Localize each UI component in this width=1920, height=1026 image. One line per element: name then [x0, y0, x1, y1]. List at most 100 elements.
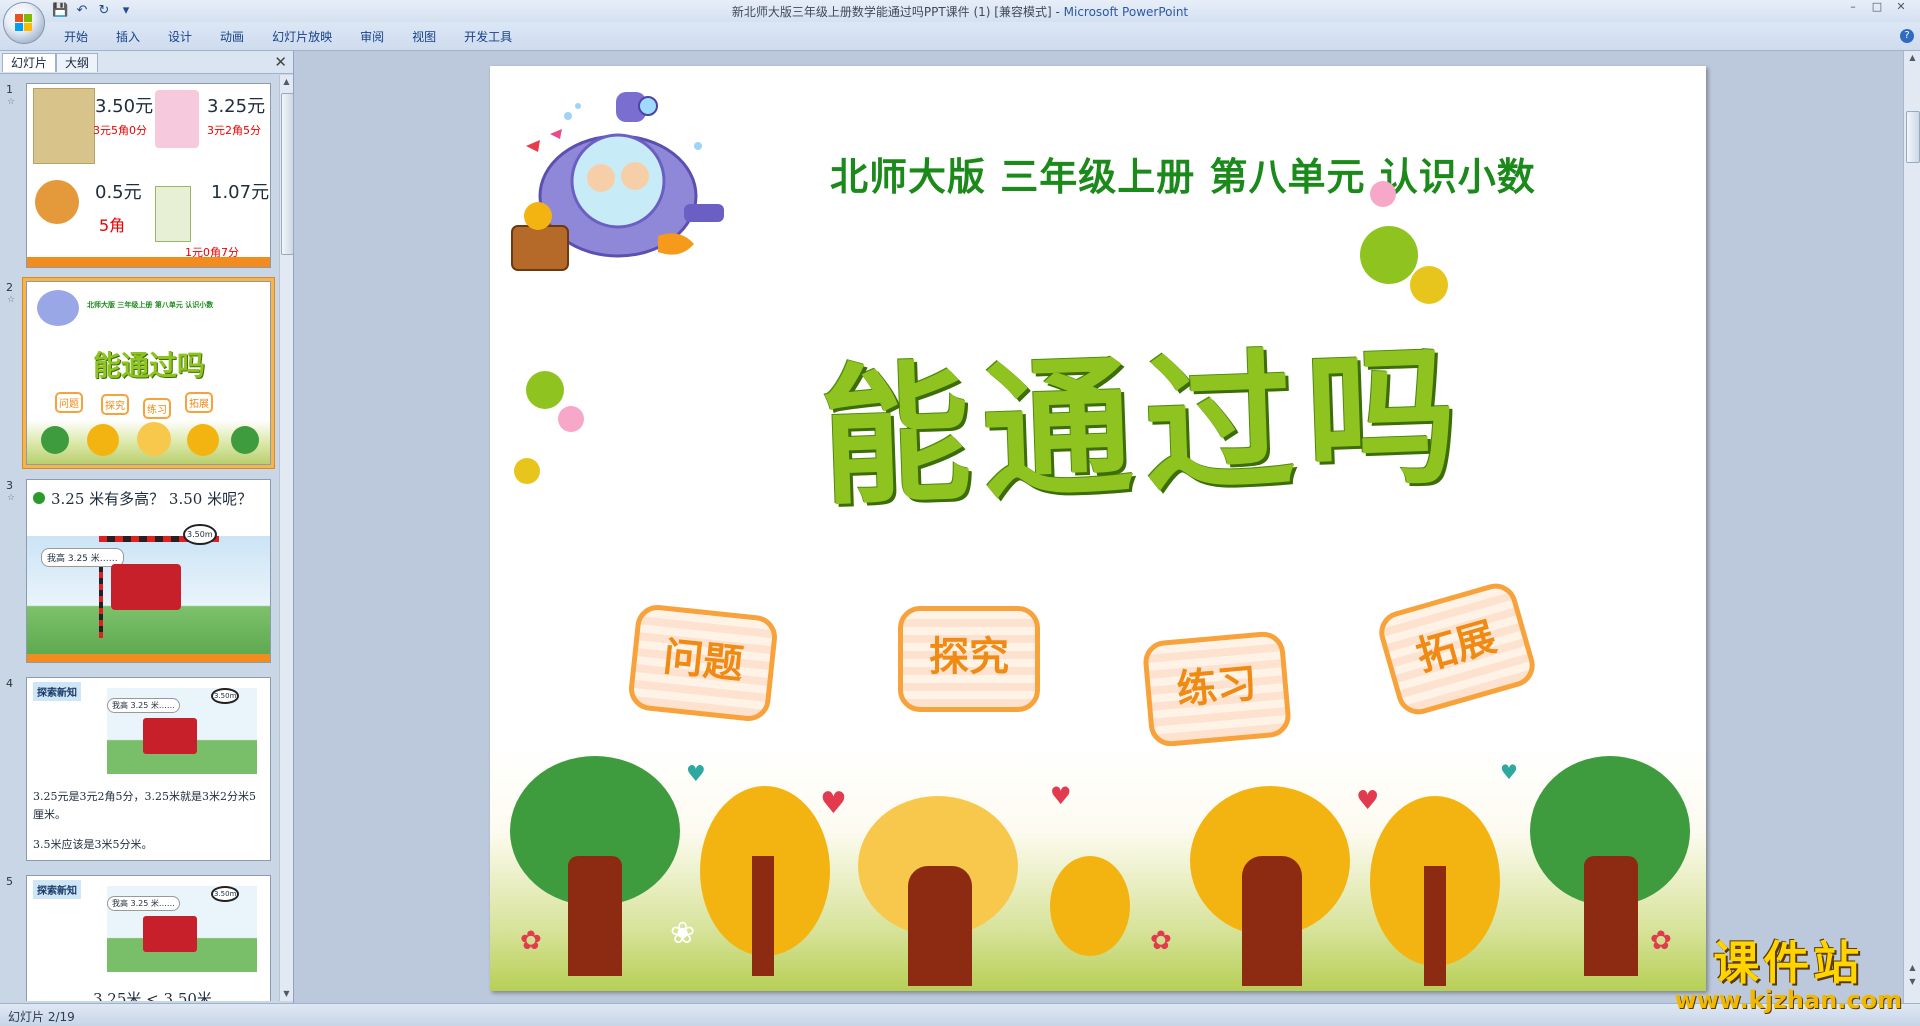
thumb-title: 北师大版 三年级上册 第八单元 认识小数: [87, 301, 214, 309]
section-tag: 探索新知: [33, 880, 81, 899]
thumbnail-canvas: 探索新知 我高 3.25 米…… 3.50m 3.25米 < 3.50米: [26, 875, 271, 1001]
maximize-icon[interactable]: □: [1866, 0, 1888, 14]
title-separator: -: [1051, 5, 1064, 19]
snack-image: [33, 88, 95, 164]
thumbnail-canvas: 探索新知 我高 3.25 米…… 3.50m 3.25元是3元2角5分，3.25…: [26, 677, 271, 861]
animation-star-icon: ☆: [7, 493, 16, 503]
submarine-image: [37, 290, 79, 326]
pane-tabs: 幻灯片 大纲 ✕: [0, 51, 293, 74]
decorative-dot: [1360, 226, 1418, 284]
tab-developer[interactable]: 开发工具: [450, 28, 526, 46]
slide-canvas[interactable]: 北师大版 三年级上册 第八单元 认识小数 能通过吗 问题 探究 练习 拓展 ♥ …: [490, 66, 1706, 991]
office-button[interactable]: [4, 3, 44, 43]
animation-star-icon: ☆: [7, 97, 16, 107]
heart-icon: ♥: [686, 762, 706, 787]
window-controls: – □ ✕: [1842, 0, 1912, 18]
slide-thumbnail-2[interactable]: 2 ☆ 北师大版 三年级上册 第八单元 认识小数 能通过吗 问题 探究 练习 拓…: [6, 281, 271, 467]
tree-icon: [231, 426, 259, 454]
speech-bubble: 我高 3.25 米……: [107, 896, 180, 911]
tab-home[interactable]: 开始: [50, 28, 102, 46]
tree-icon: [87, 424, 119, 456]
thumb-badge: 探究: [101, 394, 129, 415]
forest-illustration: ♥ ♥ ♥ ♥ ♥ ✿ ❀ ✿ ✿: [490, 746, 1706, 991]
notebook-image: [155, 90, 199, 148]
milk-image: [155, 186, 191, 242]
section-tag: 探索新知: [33, 682, 81, 701]
slide-number: 4: [6, 677, 13, 690]
speech-bubble: 我高 3.25 米……: [107, 698, 180, 713]
slide-number: 1: [6, 83, 13, 96]
tab-slides[interactable]: 幻灯片: [2, 53, 57, 72]
badge-practice[interactable]: 练习: [1141, 630, 1293, 748]
price-label: 0.5元: [95, 182, 142, 203]
next-slide-icon[interactable]: ▼: [1904, 975, 1920, 989]
big-title: 能通过吗: [817, 327, 1472, 527]
badge-extend[interactable]: 拓展: [1374, 578, 1540, 720]
truck-image: [143, 916, 197, 952]
thumb-badge: 练习: [143, 398, 171, 419]
slide-thumbnail-4[interactable]: 4 探索新知 我高 3.25 米…… 3.50m 3.25元是3元2角5分，3.…: [6, 677, 271, 863]
decorative-dot: [514, 458, 540, 484]
close-icon[interactable]: ✕: [1890, 0, 1912, 14]
tab-animations[interactable]: 动画: [206, 28, 258, 46]
orange-strip: [27, 654, 270, 662]
help-icon[interactable]: ?: [1900, 29, 1914, 43]
flower-icon: ✿: [1150, 926, 1172, 956]
price-label: 3.25元: [207, 96, 266, 117]
watermark-title: 课件站: [1713, 936, 1864, 990]
price-note: 5角: [99, 216, 126, 235]
bullet-icon: [33, 492, 45, 504]
slide-number: 2: [6, 281, 13, 294]
explanation-text: 3.25元是3元2角5分，3.25米就是3米2分米5厘米。: [33, 790, 256, 821]
tab-review[interactable]: 审阅: [346, 28, 398, 46]
slide-number: 3: [6, 479, 13, 492]
slides-pane: 幻灯片 大纲 ✕ 1 ☆ 3.50元 3元5角0分 3.25元 3元2角5分 0…: [0, 51, 294, 1003]
orange-strip: [27, 257, 270, 267]
heart-icon: ♥: [1356, 786, 1380, 816]
scroll-up-icon[interactable]: ▲: [280, 75, 293, 89]
minimize-icon[interactable]: –: [1842, 0, 1864, 14]
animation-star-icon: ☆: [7, 295, 16, 305]
tree-trunk: [752, 856, 774, 976]
tab-outline[interactable]: 大纲: [56, 53, 99, 72]
submarine-illustration: [511, 92, 724, 271]
slide-thumbnail-3[interactable]: 3 ☆ 3.25 米有多高？ 3.50 米呢？ 3.50m 我高 3.25 米……: [6, 479, 271, 665]
tree-trunk: [1424, 866, 1446, 986]
price-label: 3.50元: [95, 96, 154, 117]
status-bar: 幻灯片 2/19: [0, 1003, 1920, 1026]
tree-trunk: [908, 866, 972, 986]
slide-thumbnail-1[interactable]: 1 ☆ 3.50元 3元5角0分 3.25元 3元2角5分 0.5元 5角 1.…: [6, 83, 271, 268]
decorative-dot: [526, 371, 564, 409]
thumbnail-scrollbar[interactable]: ▲ ▼: [279, 75, 294, 1001]
tree-icon: [41, 426, 69, 454]
previous-slide-icon[interactable]: ▲: [1904, 961, 1920, 975]
tab-design[interactable]: 设计: [154, 28, 206, 46]
close-icon[interactable]: ✕: [274, 53, 287, 71]
heart-icon: ♥: [1050, 782, 1072, 810]
slide-number: 5: [6, 875, 13, 888]
price-note: 3元5角0分: [93, 124, 147, 137]
scrollbar-thumb[interactable]: [1906, 111, 1920, 163]
badge-question[interactable]: 问题: [626, 602, 780, 724]
tab-insert[interactable]: 插入: [102, 28, 154, 46]
slide-scrollbar[interactable]: ▲ ▲ ▼: [1903, 51, 1920, 1003]
tab-slideshow[interactable]: 幻灯片放映: [258, 28, 346, 46]
tree-trunk: [568, 856, 622, 976]
tab-view[interactable]: 视图: [398, 28, 450, 46]
scroll-up-icon[interactable]: ▲: [1904, 51, 1920, 65]
title-bar: 💾 ↶ ↻ ▾ 新北师大版三年级上册数学能通过吗PPT课件 (1) [兼容模式]…: [0, 0, 1920, 23]
lollipop-image: [35, 180, 79, 224]
truck-image: [111, 564, 181, 610]
slide-counter: 幻灯片 2/19: [8, 1010, 75, 1024]
flower-icon: ❀: [670, 916, 696, 951]
scrollbar-thumb[interactable]: [281, 93, 294, 255]
thumbnail-canvas: 3.50元 3元5角0分 3.25元 3元2角5分 0.5元 5角 1.07元 …: [26, 83, 271, 268]
decorative-dot: [1370, 181, 1396, 207]
heart-icon: ♥: [1500, 760, 1518, 784]
badge-explore[interactable]: 探究: [898, 606, 1040, 712]
slide-thumbnail-5[interactable]: 5 探索新知 我高 3.25 米…… 3.50m 3.25米 < 3.50米: [6, 875, 271, 1001]
watermark-url: www.kjzhan.com: [1674, 986, 1902, 1014]
slide-thumbnails: 1 ☆ 3.50元 3元5角0分 3.25元 3元2角5分 0.5元 5角 1.…: [0, 75, 278, 1001]
scroll-down-icon[interactable]: ▼: [280, 987, 293, 1001]
slide-subtitle: 北师大版 三年级上册 第八单元 认识小数: [830, 155, 1536, 199]
